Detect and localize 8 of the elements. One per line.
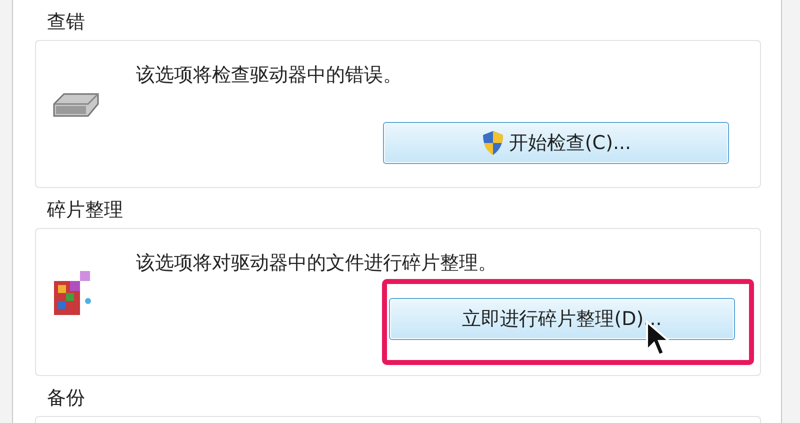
group-title: 碎片整理 (47, 198, 124, 222)
shield-icon (480, 130, 505, 156)
action-button[interactable]: 开始检查(C)... (383, 122, 729, 164)
description-text: 该选项将对驱动器中的文件进行碎片整理。 (136, 251, 498, 276)
description-text: 该选项将检查驱动器中的错误。 (136, 63, 403, 88)
action-button[interactable]: 立即进行碎片整理(D)... (389, 298, 735, 340)
group-title: 查错 (47, 10, 86, 34)
group-title: 备份 (47, 386, 86, 410)
